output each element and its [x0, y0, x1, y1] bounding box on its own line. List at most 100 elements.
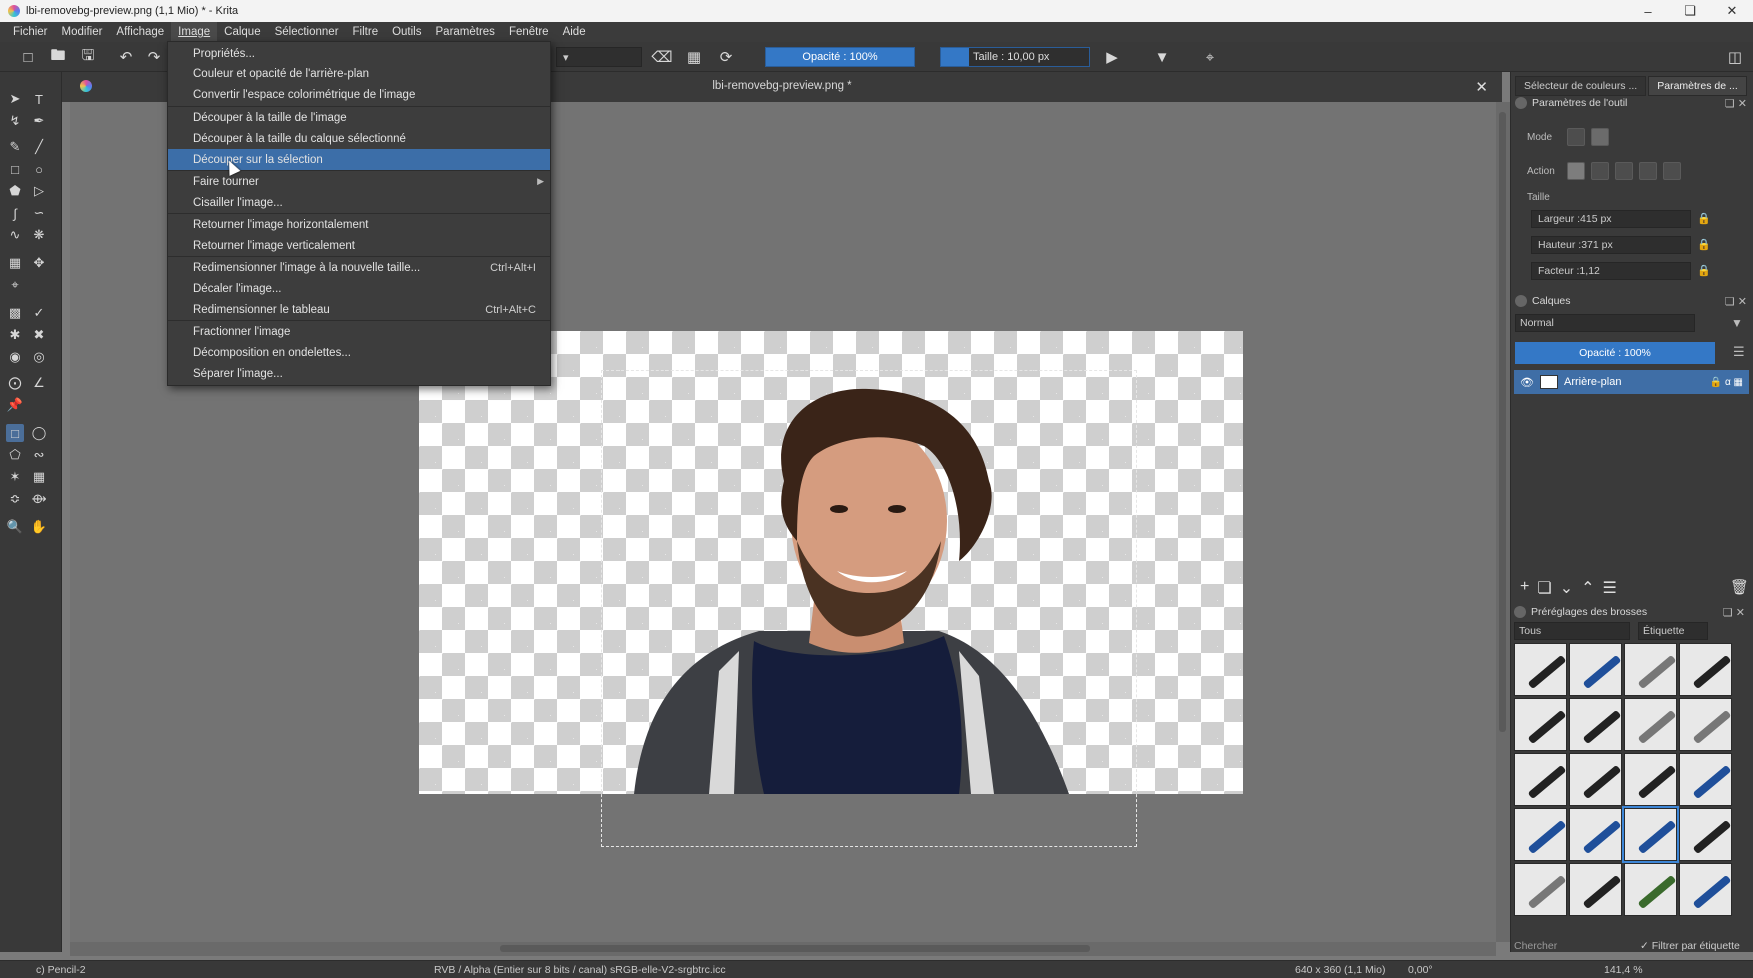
save-icon[interactable]: 🖫 [78, 47, 98, 67]
brush-preset[interactable] [1569, 753, 1622, 806]
lock-ratio-icon[interactable]: 🔒 [1697, 264, 1711, 277]
reload-preset-icon[interactable]: ⟳ [716, 47, 736, 67]
brushes-float-close-icon[interactable]: ❏ ✕ [1723, 606, 1745, 619]
horizontal-scroll-thumb[interactable] [500, 945, 1090, 952]
menu-image[interactable]: Image [171, 22, 218, 42]
polygon-selection-icon[interactable]: ⬠ [6, 446, 24, 464]
alpha-lock-icon[interactable]: ▦ [684, 47, 704, 67]
status-rotation[interactable]: 0,00° [1408, 964, 1433, 976]
mode-intersect-icon[interactable] [1591, 128, 1609, 146]
brush-preset[interactable] [1679, 643, 1732, 696]
redo-icon[interactable]: ↷ [144, 47, 164, 67]
lock-height-icon[interactable]: 🔒 [1697, 238, 1711, 251]
menu-item-mirror-horizontal[interactable]: Retourner l'image horizontalement [168, 214, 550, 235]
bezier-tool-icon[interactable]: ∫ [6, 204, 24, 222]
layer-lock-icon[interactable]: 🔒 α ▦ [1710, 377, 1743, 388]
wrap-around-icon[interactable]: ⌖ [1200, 47, 1220, 67]
mode-replace-icon[interactable] [1567, 128, 1585, 146]
menu-fichier[interactable]: Fichier [6, 22, 55, 42]
freehand-path-icon[interactable]: ∽ [30, 204, 48, 222]
reference-images-icon[interactable]: 📌 [6, 396, 24, 414]
new-document-icon[interactable]: □ [18, 47, 38, 67]
measure-tool-icon[interactable]: ∠ [30, 374, 48, 392]
close-document-icon[interactable]: ✕ [1475, 78, 1488, 96]
visibility-eye-icon[interactable]: 👁 [1520, 376, 1534, 389]
workspace-icon[interactable]: ◫ [1725, 47, 1745, 67]
pan-tool-icon[interactable]: ✋ [30, 518, 48, 536]
select-shapes-icon[interactable]: ➤ [6, 90, 24, 108]
move-tool-icon[interactable]: ✥ [30, 254, 48, 272]
height-spinbox[interactable]: Hauteur :371 px [1531, 236, 1691, 254]
menu-modifier[interactable]: Modifier [55, 22, 110, 42]
menu-item-convert-colorspace[interactable]: Convertir l'espace colorimétrique de l'i… [168, 84, 550, 105]
contiguous-selection-icon[interactable]: ✶ [6, 468, 24, 486]
opacity-slider[interactable]: Opacité : 100% [765, 47, 915, 67]
brush-search-input[interactable]: Chercher [1514, 940, 1614, 956]
menu-affichage[interactable]: Affichage [109, 22, 171, 42]
menu-item-mirror-vertical[interactable]: Retourner l'image verticalement [168, 235, 550, 256]
action-add-icon[interactable] [1615, 162, 1633, 180]
brush-preset[interactable] [1514, 808, 1567, 861]
layer-row-background[interactable]: 👁 Arrière-plan 🔒 α ▦ [1514, 370, 1749, 394]
menu-item-offset-image[interactable]: Décaler l'image... [168, 278, 550, 299]
transform-tool-icon[interactable]: ▦ [6, 254, 24, 272]
eraser-icon[interactable]: ⌫ [651, 47, 672, 67]
menu-item-rotate[interactable]: Faire tourner ▶ [168, 171, 550, 192]
brush-preset[interactable] [1624, 698, 1677, 751]
action-intersect-icon[interactable] [1591, 162, 1609, 180]
menu-item-shear[interactable]: Cisailler l'image... [168, 192, 550, 213]
freehand-brush-icon[interactable]: ✎ [6, 138, 24, 156]
brush-preset[interactable] [1624, 863, 1677, 916]
action-symmetric-icon[interactable] [1663, 162, 1681, 180]
lock-width-icon[interactable]: 🔒 [1697, 212, 1711, 225]
width-spinbox[interactable]: Largeur :415 px [1531, 210, 1691, 228]
fill-tool-icon[interactable]: ◉ [6, 348, 24, 366]
zoom-tool-icon[interactable]: 🔍 [6, 518, 24, 536]
gradient-tool-icon[interactable]: ▩ [6, 304, 24, 322]
crop-tool-icon[interactable]: ⌖ [6, 276, 24, 294]
minimize-icon[interactable]: – [1627, 0, 1669, 22]
duplicate-layer-icon[interactable]: ❏ [1537, 578, 1551, 598]
layer-menu-icon[interactable]: ☰ [1733, 344, 1745, 360]
selection-marquee[interactable] [601, 370, 1137, 847]
filter-layers-icon[interactable]: ▼ [1731, 316, 1743, 330]
line-tool-icon[interactable]: ╱ [30, 138, 48, 156]
ellipse-tool-icon[interactable]: ○ [30, 160, 48, 178]
vertical-scrollbar[interactable] [1496, 102, 1510, 942]
brush-preset[interactable] [1514, 863, 1567, 916]
undo-icon[interactable]: ↶ [116, 47, 136, 67]
tab-tool-options[interactable]: Paramètres de ... [1648, 76, 1747, 96]
delete-layer-icon[interactable]: 🗑 [1730, 578, 1749, 596]
brush-preset[interactable] [1679, 808, 1732, 861]
status-zoom[interactable]: 141,4 % [1604, 964, 1643, 976]
layer-opacity-slider[interactable]: Opacité : 100% [1515, 342, 1715, 364]
brush-tag-select[interactable]: Étiquette [1638, 622, 1708, 640]
menu-item-wavelet-decompose[interactable]: Décomposition en ondelettes... [168, 342, 550, 363]
layer-properties-icon[interactable]: ☰ [1603, 578, 1617, 598]
brush-preset[interactable] [1569, 643, 1622, 696]
open-folder-icon[interactable]: 🖿 [48, 47, 68, 67]
close-icon[interactable]: ✕ [1711, 0, 1753, 22]
assistant-tool-icon[interactable]: ⨀ [6, 374, 24, 392]
brush-preset[interactable] [1624, 753, 1677, 806]
polygon-tool-icon[interactable]: ⬟ [6, 182, 24, 200]
menu-item-separate-image[interactable]: Séparer l'image... [168, 363, 550, 384]
menu-filtre[interactable]: Filtre [346, 22, 386, 42]
brush-preset-selected[interactable] [1622, 806, 1679, 863]
brush-filter-select[interactable]: Tous [1514, 622, 1630, 640]
float-close-icon[interactable]: ❏ ✕ [1725, 97, 1747, 110]
menu-item-trim-to-image[interactable]: Découper à la taille de l'image [168, 107, 550, 128]
calligraphy-icon[interactable]: ✒ [30, 112, 48, 130]
dynamic-brush-icon[interactable]: ∿ [6, 226, 24, 244]
smart-patch-icon[interactable]: ✖ [30, 326, 48, 344]
maximize-icon[interactable]: ❏ [1669, 0, 1711, 22]
move-layer-down-icon[interactable]: ⌄ [1560, 578, 1573, 598]
brush-preset[interactable] [1679, 698, 1732, 751]
rect-selection-icon[interactable]: □ [6, 424, 24, 442]
brush-preset[interactable] [1679, 753, 1732, 806]
brush-preset[interactable] [1514, 698, 1567, 751]
blend-mode-select[interactable]: Normal [1515, 314, 1695, 332]
enclose-fill-icon[interactable]: ◎ [30, 348, 48, 366]
size-slider[interactable]: Taille : 10,00 px [940, 47, 1090, 67]
menu-fenetre[interactable]: Fenêtre [502, 22, 556, 42]
